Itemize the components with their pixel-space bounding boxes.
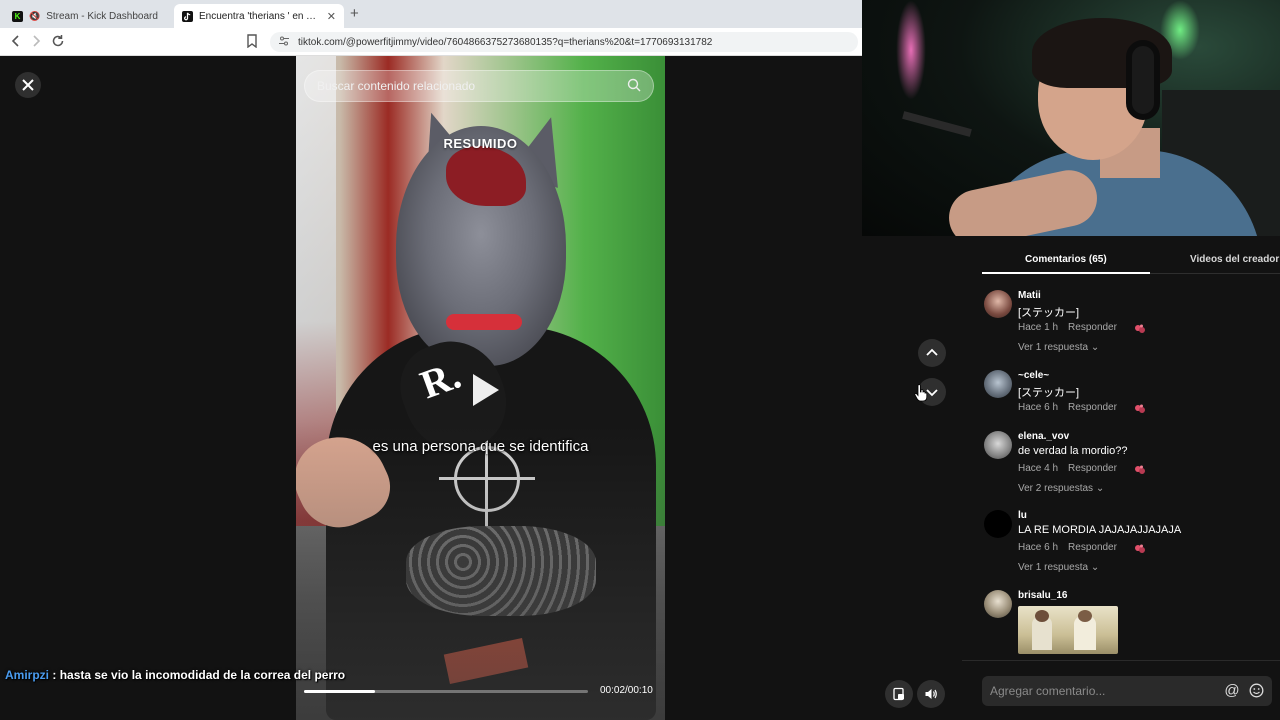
close-tab-icon[interactable]: ✕ [327,10,336,23]
progress-fill [304,690,375,693]
kick-icon: K [12,10,23,22]
comment-username[interactable]: brisalu_16 [1018,590,1067,601]
avatar[interactable] [984,370,1012,398]
chevron-up-icon [926,348,938,356]
comment-text: [ステッカー] [1018,387,1080,399]
chat-username: Amirpzi [5,668,50,682]
comment-meta: Hace 6 h Responder [1018,402,1117,413]
reply-button[interactable]: Responder [1068,322,1117,333]
gif-figure-head [1035,610,1049,622]
picture-in-picture-icon [893,687,904,701]
tab-title: Stream - Kick Dashboard [46,10,158,22]
url-text[interactable]: tiktok.com/@powerfitjimmy/video/76048663… [298,37,712,48]
avatar[interactable] [984,290,1012,318]
comment-meta: Hace 6 h Responder [1018,542,1117,553]
active-tab-indicator [982,272,1150,274]
comment-time: Hace 6 h [1018,402,1059,413]
avatar[interactable] [984,431,1012,459]
divider [962,660,1280,661]
comment-gif-image[interactable] [1018,606,1118,654]
comments-tabs: Comentarios (65) Videos del creador [982,246,1280,274]
related-search-input[interactable]: Buscar contenido relacionado [304,70,654,102]
chevron-down-icon: ⌄ [1095,483,1105,494]
search-icon[interactable] [627,78,641,95]
led-light [896,0,926,100]
search-placeholder: Buscar contenido relacionado [317,79,476,93]
like-icon[interactable] [1134,402,1146,414]
hand-cursor-icon [914,384,928,402]
comment-text: [ステッカー] [1018,307,1080,319]
volume-icon [925,689,937,699]
browser-tab-tiktok[interactable]: Encuentra 'therians ' en TikTok | T ✕ [174,4,344,28]
mention-icon[interactable]: @ [1224,683,1240,699]
emoji-icon[interactable] [1248,683,1264,699]
reload-icon[interactable] [50,34,66,50]
reply-button[interactable]: Responder [1068,463,1117,474]
comment-text: de verdad la mordio?? [1018,445,1128,457]
gif-figure-head [1078,610,1092,622]
like-icon[interactable] [1134,322,1146,334]
chevron-down-icon: ⌄ [1090,342,1100,353]
tiktok-icon [182,10,193,22]
stream-chat-message: Amirpzi : hasta se vio la incomodidad de… [5,668,345,682]
forward-icon[interactable] [28,34,44,50]
headset [1126,40,1160,120]
add-comment-bar: @ [982,676,1272,706]
like-icon[interactable] [1134,463,1146,475]
tab-title: Encuentra 'therians ' en TikTok | T [199,10,321,22]
previous-video-button[interactable] [918,339,946,367]
comment-text: LA RE MORDIA JAJAJAJJAJAJA [1018,524,1182,536]
browser-tab-kick[interactable]: K 🔇 Stream - Kick Dashboard [4,4,170,28]
tab-comments[interactable]: Comentarios (65) [1025,254,1107,265]
comment-username[interactable]: Matii [1018,290,1041,301]
video-caption: es una persona que se identifica [372,438,589,455]
site-settings-icon[interactable] [278,35,290,50]
tab-creator-videos[interactable]: Videos del creador [1190,254,1279,265]
browser-tab-bar: K 🔇 Stream - Kick Dashboard Encuentra 't… [0,0,862,28]
comment-username[interactable]: ~cele~ [1018,370,1049,381]
add-comment-input[interactable] [990,684,1216,698]
comments-panel: Comentarios (65) Videos del creador Mati… [962,236,1280,720]
video-progress-bar[interactable] [304,690,588,693]
video-overlay-title: RESUMIDO [443,136,518,151]
view-replies-label: Ver 1 respuesta [1018,562,1089,573]
microphone-arm [902,111,972,137]
comment-username[interactable]: lu [1018,510,1027,521]
avatar[interactable] [984,510,1012,538]
play-icon[interactable] [463,370,503,410]
close-viewer-button[interactable] [15,72,41,98]
view-replies-button[interactable]: Ver 1 respuesta ⌄ [1018,342,1099,353]
chevron-down-icon: ⌄ [1090,562,1100,573]
comment-time: Hace 4 h [1018,463,1059,474]
view-replies-label: Ver 2 respuestas [1018,483,1094,494]
volume-button[interactable] [917,680,945,708]
address-bar[interactable]: tiktok.com/@powerfitjimmy/video/76048663… [270,32,858,52]
streamer-webcam [862,0,1280,236]
avatar[interactable] [984,590,1012,618]
comment-meta: Hace 1 h Responder [1018,322,1117,333]
comment-username[interactable]: elena._vov [1018,431,1069,442]
view-replies-button[interactable]: Ver 2 respuestas ⌄ [1018,483,1104,494]
comment-meta: Hace 4 h Responder [1018,463,1117,474]
reply-button[interactable]: Responder [1068,402,1117,413]
view-replies-label: Ver 1 respuesta [1018,342,1089,353]
reply-button[interactable]: Responder [1068,542,1117,553]
bookmark-icon[interactable] [246,34,260,50]
floating-player-button[interactable] [885,680,913,708]
muted-speaker-icon[interactable]: 🔇 [29,11,40,22]
chat-text: : hasta se vio la incomodidad de la corr… [52,668,346,682]
comment-time: Hace 1 h [1018,322,1059,333]
comment-time: Hace 6 h [1018,542,1059,553]
browser-toolbar: tiktok.com/@powerfitjimmy/video/76048663… [0,28,862,56]
view-replies-button[interactable]: Ver 1 respuesta ⌄ [1018,562,1099,573]
back-icon[interactable] [8,34,24,50]
like-icon[interactable] [1134,542,1146,554]
new-tab-button[interactable]: + [350,6,359,22]
video-time: 00:02/00:10 [600,685,653,696]
